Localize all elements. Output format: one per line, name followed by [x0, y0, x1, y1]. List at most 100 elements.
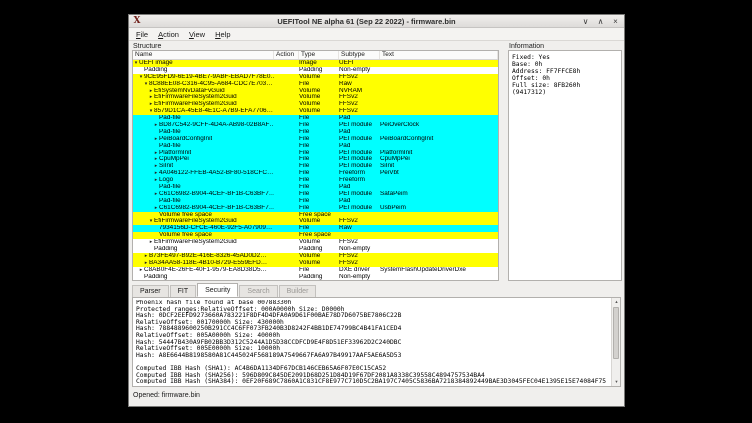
titlebar[interactable]: X UEFITool NE alpha 61 (Sep 22 2022) - f…	[129, 15, 624, 28]
uefitool-window: X UEFITool NE alpha 61 (Sep 22 2022) - f…	[128, 14, 625, 407]
tree-row[interactable]: Pad-file File Pad	[133, 128, 498, 136]
row-text: SataPeim	[380, 190, 408, 197]
maximize-button[interactable]: ∧	[596, 15, 605, 28]
tree-row[interactable]: Pad-file File Pad	[133, 115, 498, 123]
row-action	[274, 67, 299, 74]
tree-row[interactable]: ▸ C61C6982-B904-4CEF-BF1B-C63BF7… File PEI …	[133, 204, 498, 212]
information-text[interactable]: Fixed: Yes Base: 0h Address: FF7FFCE8h Offs…	[508, 50, 622, 281]
tree-row[interactable]: ▸ EfiFirmwareFileSystem2Guid Volume FFSv2	[133, 94, 498, 102]
row-subtype: PEI module	[339, 156, 373, 163]
row-action	[274, 239, 299, 246]
scroll-down-icon[interactable]: ▼	[612, 378, 620, 386]
row-subtype: UEFI	[339, 60, 354, 66]
tree-row[interactable]: ▸ BD87C542-9CFF-4D4A-AB98-02B8AF… File PEI …	[133, 122, 498, 129]
security-log-panel[interactable]: Phoenix hash file found at base 00788330…	[132, 297, 621, 387]
row-action	[274, 198, 299, 205]
row-text: PlatformInit	[380, 149, 413, 156]
desktop-background: X UEFITool NE alpha 61 (Sep 22 2022) - f…	[0, 0, 752, 423]
row-action	[274, 260, 299, 267]
row-subtype: Pad	[339, 184, 351, 191]
row-subtype: FFSv2	[339, 252, 358, 259]
tree-row[interactable]: Pad-file File Pad	[133, 197, 498, 205]
tree-row[interactable]: 7934156D-CFCE-460E-92F5-A07909… File Raw	[133, 225, 498, 233]
tree-row[interactable]: ▾ UEFI image Image UEFI	[133, 60, 498, 67]
column-header-type[interactable]: Type	[299, 51, 339, 59]
scrollbar-thumb[interactable]	[613, 307, 619, 359]
close-button[interactable]: ×	[611, 15, 620, 28]
column-header-subtype[interactable]: Subtype	[339, 51, 380, 59]
row-text	[380, 198, 498, 205]
row-name: 9CE95FD9-6E19-4BE7-9ABF-EBAD7F78E0…	[144, 73, 274, 80]
column-header-action[interactable]: Action	[274, 51, 299, 59]
tab-security[interactable]: Security	[197, 283, 239, 297]
tree-row[interactable]: ▸ CpuMpPei File PEI module CpuMpPei	[133, 156, 498, 164]
row-subtype: PEI module	[339, 163, 373, 170]
minimize-button[interactable]: ∨	[581, 15, 590, 28]
menu-action[interactable]: Action	[153, 28, 184, 41]
tree-row[interactable]: Pad-file File Pad	[133, 184, 498, 191]
row-subtype: Non-empty	[339, 273, 371, 280]
tree-row[interactable]: Padding Padding Non-empty	[133, 273, 498, 280]
row-type: Volume	[299, 108, 321, 115]
tree-row[interactable]: ▸ EfiFirmwareFileSystem2Guid Volume FFSv2	[133, 239, 498, 247]
row-name: BD87C542-9CFF-4D4A-AB98-02B8AF…	[159, 122, 274, 129]
row-name: B73FE497-B92E-416E-8326-45AD0D2…	[149, 252, 267, 259]
row-type: Volume	[299, 239, 321, 246]
tree-row[interactable]: Padding Padding Non-empty	[133, 66, 498, 74]
row-action	[274, 94, 299, 101]
vertical-scrollbar[interactable]: ▲ ▼	[611, 298, 620, 386]
tree-row[interactable]: ▾ 8579D1CA-45E8-4E1C-A7B9-EFA7706… Volume F…	[133, 108, 498, 116]
row-name: Pad-file	[159, 115, 181, 122]
tree-row[interactable]: Pad-file File Pad	[133, 142, 498, 150]
tree-row[interactable]: ▸ EfiSystemNvDataFvGuid Volume NVRAM	[133, 87, 498, 95]
tree-row[interactable]: ▾ 9CE95FD9-6E19-4BE7-9ABF-EBAD7F78E0… Volu…	[133, 73, 498, 81]
tree-row[interactable]: ▸ SiInit File PEI module SiInit	[133, 163, 498, 171]
row-text	[380, 232, 498, 239]
row-subtype: FFSv2	[339, 101, 358, 108]
tree-row[interactable]: ▸ PeiBoardConfigInit File PEI module PeiBoar…	[133, 135, 498, 143]
tree-row[interactable]: ▸ EfiFirmwareFileSystem2Guid Volume FFSv2	[133, 101, 498, 109]
row-name: Pad-file	[159, 197, 181, 204]
tree-row[interactable]: ▾ 8C88EE08-C316-4C95-A684-CDC7E703… File Ra…	[133, 80, 498, 88]
tree-row[interactable]: Padding Padding Non-empty	[133, 246, 498, 253]
row-action	[274, 246, 299, 253]
row-type: Free space	[299, 211, 331, 218]
tree-row[interactable]: ▸ BA34AA58-118E-4B10-B729-E559EFD… Volume F…	[133, 259, 498, 267]
row-text	[380, 246, 498, 253]
row-type: File	[299, 142, 310, 149]
row-name: C61C6982-B904-4CEF-BF1B-C63BF7…	[159, 204, 274, 211]
structure-tree[interactable]: Name Action Type Subtype Text ▾ UEFI image Ima…	[132, 50, 499, 281]
tree-row[interactable]: ▸ PlatformInit File PEI module PlatformInit	[133, 149, 498, 157]
tab-fit[interactable]: FIT	[169, 285, 197, 297]
tree-row[interactable]: ▾ EfiFirmwareFileSystem2Guid Volume FFSv2	[133, 218, 498, 226]
row-text: SystemFlashUpdateDriverDxe	[380, 266, 466, 273]
column-header-name[interactable]: Name	[133, 51, 274, 59]
tree-row[interactable]: ▸ Logo File Freeform	[133, 177, 498, 185]
tree-row[interactable]: ▸ C8AB0F4E-26FE-40F1-9579-EA8D38D5… File DX…	[133, 266, 498, 274]
row-type: Volume	[299, 218, 321, 225]
row-name: Pad-file	[159, 128, 181, 135]
row-text	[380, 108, 498, 115]
row-type: File	[299, 204, 310, 211]
menu-view[interactable]: View	[184, 28, 210, 41]
row-name: 8579D1CA-45E8-4E1C-A7B9-EFA7706…	[154, 108, 274, 115]
row-subtype: FFSv2	[339, 94, 358, 101]
menu-help[interactable]: Help	[210, 28, 235, 41]
tree-row[interactable]: ▸ 4A046122-FFEB-4A52-BF80-518CFC… File Free…	[133, 170, 498, 178]
row-text	[380, 101, 498, 108]
row-subtype: Raw	[339, 225, 352, 232]
row-action	[274, 136, 299, 143]
column-header-text[interactable]: Text	[380, 51, 498, 59]
tab-search: Search	[239, 285, 278, 297]
row-action	[274, 163, 299, 170]
tree-row[interactable]: ▸ C61C6982-B904-4CEF-BF1B-C63BF7… File PEI …	[133, 190, 498, 198]
tab-parser[interactable]: Parser	[132, 285, 169, 297]
menu-file[interactable]: File	[131, 28, 153, 41]
scroll-up-icon[interactable]: ▲	[612, 298, 620, 306]
row-subtype: PEI module	[339, 149, 373, 156]
row-name: BA34AA58-118E-4B10-B729-E559EFD…	[149, 259, 268, 266]
row-text	[380, 129, 498, 136]
tree-row[interactable]: Volume free space Free space	[133, 232, 498, 240]
tree-row[interactable]: Volume free space Free space	[133, 211, 498, 219]
tree-row[interactable]: ▸ B73FE497-B92E-416E-8326-45AD0D2… Volume F…	[133, 252, 498, 260]
